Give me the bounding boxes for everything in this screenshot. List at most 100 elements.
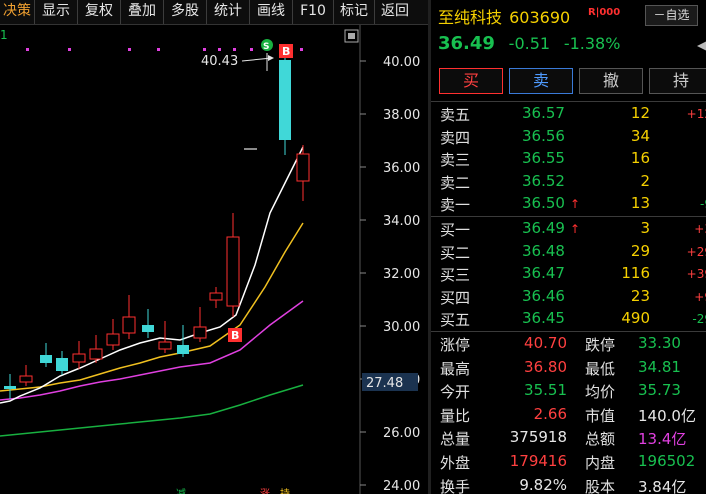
- level-volume: 2: [640, 171, 650, 190]
- toolbar-overlay[interactable]: 叠加: [121, 0, 164, 24]
- toolbar-statistics[interactable]: 统计: [207, 0, 250, 24]
- candle-body: [279, 60, 291, 140]
- price-axis-label: 38.00: [383, 108, 420, 123]
- toolbar-decision[interactable]: 决策: [0, 0, 35, 24]
- level-volume: 12: [630, 104, 650, 122]
- stat-value: 35.73: [638, 381, 681, 400]
- last-price: 36.49: [438, 33, 495, 54]
- r-badge: R|000: [588, 7, 621, 18]
- stat-value: 36.80: [524, 357, 567, 376]
- corner-mark: 1: [0, 28, 8, 42]
- bid-row[interactable]: 买一 36.49 ↑ 3 +3: [431, 219, 706, 241]
- remove-watchlist-button[interactable]: －自选: [645, 5, 698, 26]
- stat-label: 跌停: [585, 336, 616, 354]
- candle-body: [4, 386, 16, 389]
- stat-value: 40.70: [524, 334, 567, 352]
- stat-label: 今开: [440, 383, 471, 402]
- stats-row: 今开 35.51 均价 35.73: [431, 381, 706, 403]
- kline-chart[interactable]: 1 40.0038.0036.0034.0032.0030.0028.0026.…: [0, 25, 428, 494]
- toolbar-draw-line[interactable]: 画线: [250, 0, 293, 24]
- stat-value: 3.84亿: [638, 477, 687, 494]
- stats-row: 涨停 40.70 跌停 33.30: [431, 334, 706, 356]
- svg-text:40.43: 40.43: [201, 54, 238, 69]
- current-price-tag: 27.48: [362, 373, 418, 391]
- candle-body: [142, 325, 154, 332]
- svg-text:B: B: [282, 45, 290, 58]
- price-change: -0.51: [508, 34, 551, 53]
- level-label: 买三: [440, 266, 471, 284]
- ask-row[interactable]: 卖五 36.57 12 +12: [431, 104, 706, 126]
- price-axis-label: 36.00: [383, 161, 420, 176]
- holdings-button[interactable]: 持: [649, 68, 706, 94]
- level-change: -9: [700, 197, 706, 211]
- ask-row[interactable]: 卖一 36.50 ↑ 13 -9: [431, 194, 706, 216]
- stat-label: 最低: [585, 359, 616, 378]
- stats-row: 总量 375918 总额 13.4亿: [431, 428, 706, 450]
- toolbar-back[interactable]: 返回: [375, 0, 415, 24]
- ask-row[interactable]: 卖四 36.56 34: [431, 127, 706, 149]
- toolbar-adjust[interactable]: 复权: [78, 0, 121, 24]
- separator: [431, 101, 706, 102]
- level-change: +9: [694, 289, 706, 304]
- separator: [431, 216, 706, 217]
- stock-name: 至纯科技: [438, 8, 503, 27]
- level-volume: 3: [640, 219, 650, 237]
- svg-text:S: S: [263, 42, 269, 52]
- price-axis-label: 32.00: [383, 267, 420, 282]
- bid-row[interactable]: 买五 36.45 490 -29: [431, 309, 706, 331]
- stat-label: 总量: [440, 430, 471, 449]
- level-price: 36.55: [522, 149, 565, 167]
- stat-label: 市值: [585, 406, 616, 425]
- stat-label: 外盘: [440, 454, 471, 472]
- level-volume: 13: [630, 194, 650, 212]
- stat-value: 13.4亿: [638, 430, 687, 449]
- toolbar-mark[interactable]: 标记: [334, 0, 375, 24]
- stat-label: 股本: [585, 477, 616, 494]
- stat-value: 196502: [638, 452, 696, 470]
- ask-row[interactable]: 卖二 36.52 2: [431, 172, 706, 194]
- stat-value: 140.0亿: [638, 406, 696, 425]
- bid-row[interactable]: 买二 36.48 29 +29: [431, 242, 706, 264]
- level-label: 卖二: [440, 173, 471, 192]
- level-price: 36.50: [522, 194, 565, 212]
- level-change: +12: [686, 107, 706, 121]
- bid-row[interactable]: 买三 36.47 116 +39: [431, 264, 706, 286]
- candle-body: [56, 358, 68, 371]
- stat-label: 内盘: [585, 454, 616, 472]
- bottom-mark-reduce: 减: [176, 488, 186, 494]
- candle-body: [106, 333, 120, 346]
- level-price: 36.46: [522, 286, 565, 305]
- b-marker-top: B: [279, 44, 293, 58]
- stat-value: 179416: [509, 452, 567, 470]
- stat-label: 均价: [585, 383, 616, 402]
- candle-body: [72, 353, 86, 363]
- level-volume: 23: [630, 286, 650, 305]
- level-volume: 490: [621, 309, 650, 327]
- toolbar-display[interactable]: 显示: [35, 0, 78, 24]
- cancel-order-button[interactable]: 撤: [579, 68, 643, 94]
- level-label: 买二: [440, 243, 471, 262]
- stat-label: 换手: [440, 477, 471, 494]
- price-axis-label: 40.00: [383, 55, 420, 70]
- level-volume: 34: [630, 126, 650, 145]
- collapse-arrow-icon[interactable]: [697, 40, 706, 52]
- stats-row: 量比 2.66 市值 140.0亿: [431, 405, 706, 427]
- toolbar-multi-stock[interactable]: 多股: [164, 0, 207, 24]
- level-volume: 16: [630, 149, 650, 167]
- candle-body: [89, 348, 103, 360]
- svg-text:27.48: 27.48: [366, 376, 403, 391]
- b-marker-bottom: B: [228, 328, 242, 342]
- ask-row[interactable]: 卖三 36.55 16: [431, 149, 706, 171]
- toolbar-f10[interactable]: F10: [293, 0, 334, 24]
- level-label: 卖一: [440, 196, 471, 214]
- level-change: +29: [686, 244, 706, 259]
- buy-button[interactable]: 买: [439, 68, 503, 94]
- sell-button[interactable]: 卖: [509, 68, 573, 94]
- stock-code: 603690: [509, 8, 571, 27]
- level-price: 36.56: [522, 126, 565, 145]
- candle-body: [177, 345, 189, 354]
- up-arrow-icon: ↑: [570, 197, 581, 211]
- separator: [431, 331, 706, 332]
- price-axis-label: 24.00: [383, 479, 420, 494]
- bid-row[interactable]: 买四 36.46 23 +9: [431, 287, 706, 309]
